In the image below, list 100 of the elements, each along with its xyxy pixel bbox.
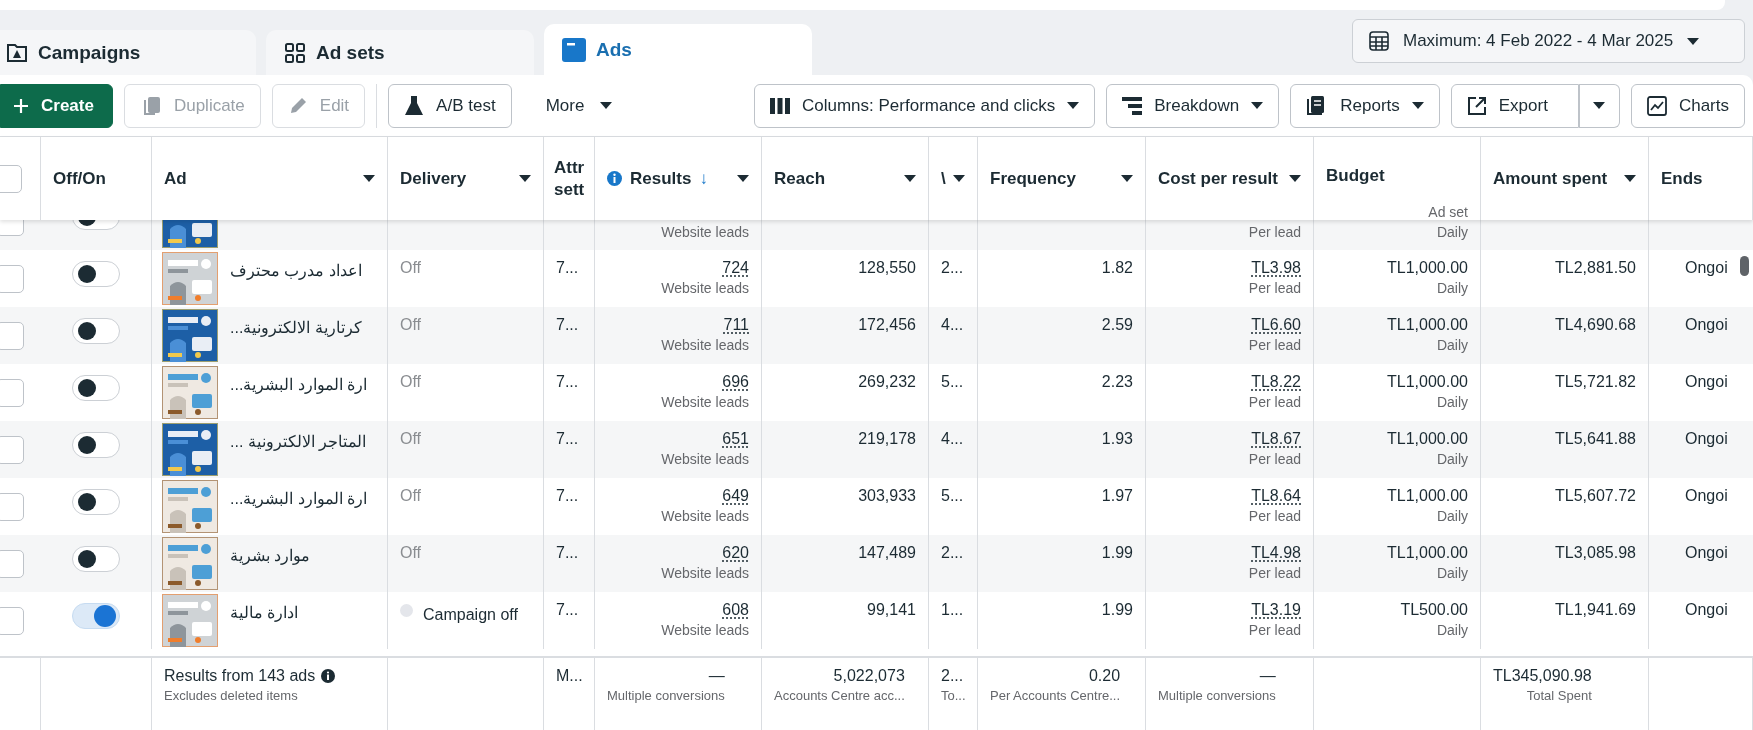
row-checkbox[interactable]: [0, 322, 24, 350]
delivery-status: Off: [400, 259, 422, 278]
table-cell-text: Ongoi: [1685, 259, 1728, 278]
toggle-switch[interactable]: [72, 489, 120, 515]
footer-value: M...: [556, 667, 583, 685]
row-checkbox[interactable]: [0, 550, 24, 578]
dropdown-button[interactable]: Reports: [1290, 83, 1440, 128]
column-header[interactable]: Reach: [774, 167, 826, 190]
caret-icon: [1251, 102, 1264, 109]
table-cell-text: 5...: [941, 487, 964, 506]
result-label: Website leads: [661, 622, 749, 638]
cost-value[interactable]: TL8.22: [1251, 373, 1301, 391]
delivery-status: Off: [400, 487, 422, 506]
tab[interactable]: Campaigns: [0, 30, 256, 75]
ad-name[interactable]: ... المتاجر الالكترونية: [230, 432, 367, 451]
table-cell-text: 1.99: [1101, 544, 1133, 563]
result-label: Website leads: [661, 224, 749, 240]
column-header[interactable]: Ad: [164, 167, 187, 190]
footer-label: To...: [941, 688, 966, 703]
result-value[interactable]: 651: [722, 430, 749, 448]
header-checkbox[interactable]: [0, 164, 22, 193]
cost-value[interactable]: TL8.67: [1251, 430, 1301, 448]
cost-value[interactable]: TL3.98: [1251, 259, 1301, 277]
budget-value: TL1,000.00: [1387, 544, 1468, 562]
ad-name[interactable]: ...ارة الموارد البشرية: [230, 489, 368, 508]
footer-value: 0.20: [1088, 667, 1121, 685]
toggle-switch[interactable]: [72, 375, 120, 401]
result-value[interactable]: 696: [722, 373, 749, 391]
status-dot-icon: [400, 603, 413, 617]
ad-name[interactable]: موارد بشرية: [230, 546, 311, 565]
summary-text: Results from 143 ads: [164, 667, 316, 685]
dropdown-button[interactable]: [1578, 83, 1620, 128]
ad-name[interactable]: ...ارة الموارد البشرية: [230, 375, 368, 394]
column-header[interactable]: Results: [630, 167, 692, 190]
toggle-switch[interactable]: [72, 432, 120, 458]
table-cell-text: TL2,881.50: [1555, 259, 1636, 278]
result-value[interactable]: 711: [723, 316, 749, 334]
toggle-switch[interactable]: [72, 318, 120, 344]
ad-name[interactable]: ادارة مالية: [230, 603, 299, 622]
ad-icon: [562, 37, 586, 62]
toggle-switch[interactable]: [72, 603, 120, 629]
row-checkbox[interactable]: [0, 607, 24, 635]
dropdown-button[interactable]: Columns: Performance and clicks: [753, 83, 1096, 128]
create-button[interactable]: Create: [0, 83, 113, 128]
menu-button[interactable]: More: [522, 83, 636, 128]
table-cell-text: Ongoi: [1685, 430, 1728, 449]
row-checkbox[interactable]: [0, 436, 24, 464]
column-header[interactable]: Delivery: [400, 167, 467, 190]
delivery-status: Campaign off: [423, 605, 518, 624]
row-checkbox[interactable]: [0, 379, 24, 407]
folder-icon: [6, 42, 28, 63]
table-cell-text: 219,178: [858, 430, 916, 449]
result-value[interactable]: 620: [722, 544, 749, 562]
result-value[interactable]: 608: [722, 601, 749, 619]
cost-label: Per lead: [1248, 280, 1301, 296]
date-range-button[interactable]: Maximum: 4 Feb 2022 - 4 Mar 2025: [1352, 19, 1745, 63]
row-checkbox[interactable]: [0, 265, 24, 293]
row-checkbox[interactable]: [0, 493, 24, 521]
toolbar-button[interactable]: A/B test: [388, 83, 512, 128]
delivery-status: Off: [400, 544, 422, 563]
delivery-status: Off: [400, 316, 422, 335]
column-header[interactable]: Ends: [1661, 167, 1703, 190]
cost-value[interactable]: TL8.64: [1251, 487, 1301, 505]
column-header[interactable]: Budget: [1326, 164, 1385, 187]
footer-label: Total Spent: [1526, 688, 1592, 703]
ad-name[interactable]: اعداد مدرب محترف: [230, 261, 362, 280]
column-header[interactable]: Amount spent: [1493, 167, 1608, 190]
dropdown-button[interactable]: Breakdown: [1106, 83, 1280, 128]
column-header[interactable]: Attr sett: [554, 156, 588, 201]
budget-label: Daily: [1436, 394, 1468, 410]
table-cell-text: 1.82: [1101, 259, 1133, 278]
column-header[interactable]: Off/On: [53, 167, 106, 190]
toggle-switch[interactable]: [72, 261, 120, 287]
toggle-switch[interactable]: [72, 546, 120, 572]
budget-label: Daily: [1436, 508, 1468, 524]
budget-label: Daily: [1436, 565, 1468, 581]
result-label: Website leads: [661, 451, 749, 467]
calendar-icon: [1369, 31, 1389, 51]
cost-label: Per lead: [1248, 224, 1301, 240]
footer-value: 2...: [941, 667, 964, 685]
tab[interactable]: Ad sets: [266, 30, 534, 75]
budget-label: Daily: [1436, 622, 1468, 638]
export-button[interactable]: Export: [1450, 83, 1579, 128]
tab[interactable]: Ads: [544, 24, 812, 75]
delivery-status: Off: [400, 430, 422, 449]
cost-value[interactable]: TL3.19: [1251, 601, 1301, 619]
sort-arrow[interactable]: ↓: [699, 168, 708, 189]
toolbar-button[interactable]: Charts: [1630, 83, 1745, 128]
cost-value[interactable]: TL4.98: [1251, 544, 1301, 562]
column-header[interactable]: Frequency: [990, 167, 1076, 190]
cost-value[interactable]: TL6.60: [1251, 316, 1301, 334]
ad-name[interactable]: ...كرتارية الالكترونية: [230, 318, 362, 337]
column-header[interactable]: Cost per result: [1158, 167, 1278, 190]
scrollbar-thumb[interactable]: [1740, 256, 1749, 276]
table-cell-text: 7...: [556, 544, 579, 563]
result-value[interactable]: 724: [722, 259, 749, 277]
column-header[interactable]: \: [941, 167, 946, 190]
table-cell-text: 2.23: [1101, 373, 1133, 392]
result-value[interactable]: 649: [722, 487, 749, 505]
budget-value: TL500.00: [1400, 601, 1468, 619]
